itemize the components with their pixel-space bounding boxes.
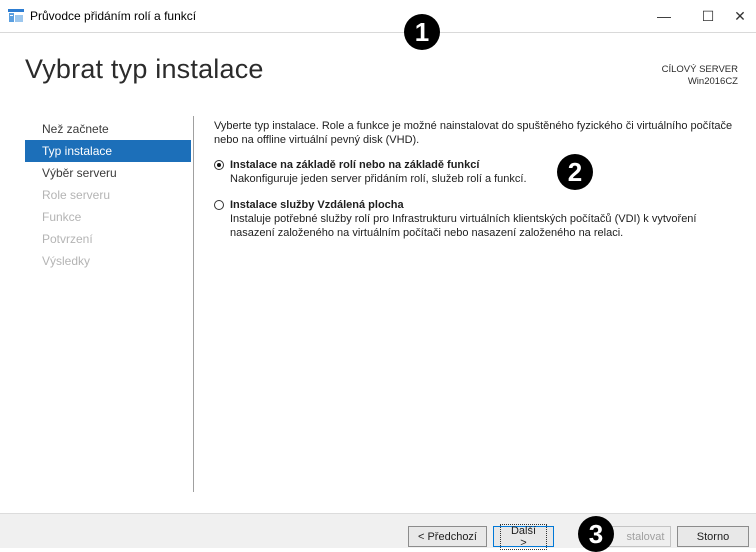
page-title: Vybrat typ instalace: [25, 54, 264, 84]
target-server: CÍLOVÝ SERVER Win2016CZ: [662, 64, 738, 88]
option-role-based[interactable]: Instalace na základě rolí nebo na základ…: [214, 158, 734, 186]
main-content: Vyberte typ instalace. Role a funkce je …: [214, 119, 734, 252]
window-title: Průvodce přidáním rolí a funkcí: [30, 9, 197, 23]
title-bar: Průvodce přidáním rolí a funkcí — ☐ ✕: [0, 0, 756, 33]
annotation-badge-1: 1: [404, 14, 440, 50]
intro-text: Vyberte typ instalace. Role a funkce je …: [214, 120, 733, 146]
nav-item-server-roles: Role serveru: [42, 188, 111, 202]
close-button[interactable]: ✕: [724, 0, 756, 32]
previous-button[interactable]: < Předchozí: [408, 526, 487, 547]
radio-role-based[interactable]: [214, 160, 224, 170]
server-manager-icon: [8, 9, 24, 22]
cancel-button[interactable]: Storno: [677, 526, 749, 547]
option-role-based-description: Nakonfiguruje jeden server přidáním rolí…: [230, 173, 527, 185]
nav-item-features: Funkce: [42, 210, 82, 224]
nav-item-server-selection[interactable]: Výběr serveru: [25, 162, 191, 184]
next-button[interactable]: Další >: [493, 523, 554, 550]
target-server-name: Win2016CZ: [687, 76, 738, 87]
target-server-label: CÍLOVÝ SERVER: [661, 64, 738, 75]
minimize-button[interactable]: —: [644, 0, 684, 32]
annotation-badge-2: 2: [557, 154, 593, 190]
nav-item-results: Výsledky: [42, 254, 91, 268]
nav-item-before-you-begin[interactable]: Než začnete: [25, 118, 191, 140]
radio-remote-desktop[interactable]: [214, 200, 224, 210]
maximize-button[interactable]: ☐: [688, 0, 728, 32]
option-remote-desktop-description: Instaluje potřebné služby rolí pro Infra…: [230, 213, 697, 239]
install-button-label: stalovat: [626, 530, 665, 543]
nav-divider: [193, 116, 194, 492]
nav-item-confirmation: Potvrzení: [42, 232, 93, 246]
wizard-nav: Než začnete Typ instalace Výběr serveru …: [25, 118, 191, 272]
option-role-based-title[interactable]: Instalace na základě rolí nebo na základ…: [230, 158, 734, 172]
option-remote-desktop[interactable]: Instalace služby Vzdálená plocha Instalu…: [214, 198, 734, 240]
nav-item-installation-type[interactable]: Typ instalace: [25, 140, 191, 162]
option-remote-desktop-title[interactable]: Instalace služby Vzdálená plocha: [230, 198, 734, 212]
next-button-label: Další >: [500, 523, 547, 550]
